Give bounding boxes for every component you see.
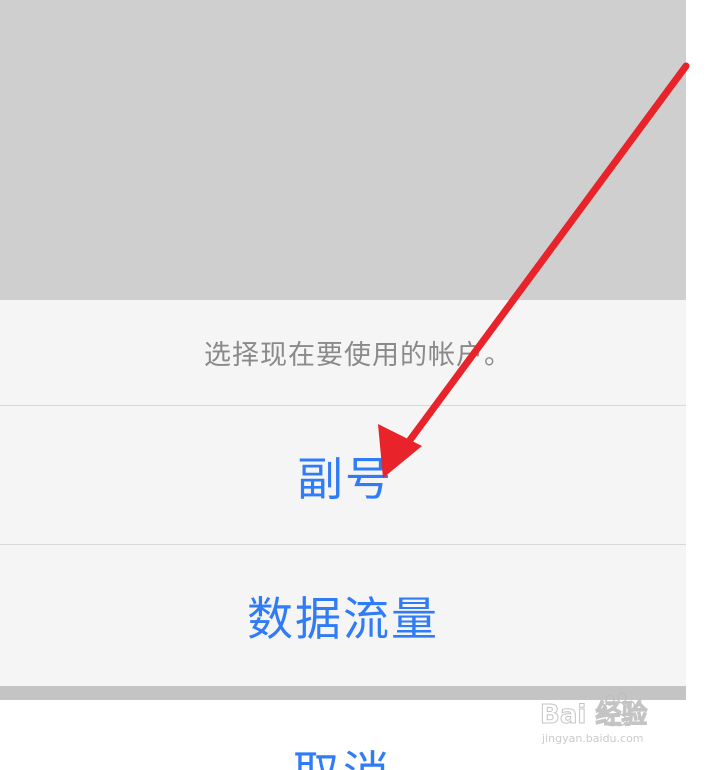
right-margin — [686, 0, 708, 770]
sheet-separator-gap — [0, 686, 686, 700]
option-secondary-number[interactable]: 副号 — [0, 407, 686, 545]
cancel-button[interactable]: 取消 — [0, 700, 686, 770]
screen: 选择现在要使用的帐户。 副号 数据流量 取消 Bai 经验 jingyan.ba… — [0, 0, 708, 770]
option-cellular-data[interactable]: 数据流量 — [0, 546, 686, 686]
account-action-sheet: 选择现在要使用的帐户。 副号 数据流量 — [0, 300, 686, 686]
dimmed-backdrop[interactable] — [0, 0, 686, 300]
option-cellular-data-label: 数据流量 — [247, 592, 439, 646]
cancel-button-label: 取消 — [0, 750, 686, 770]
option-secondary-number-label: 副号 — [297, 451, 393, 506]
action-sheet-message: 选择现在要使用的帐户。 — [0, 300, 686, 406]
